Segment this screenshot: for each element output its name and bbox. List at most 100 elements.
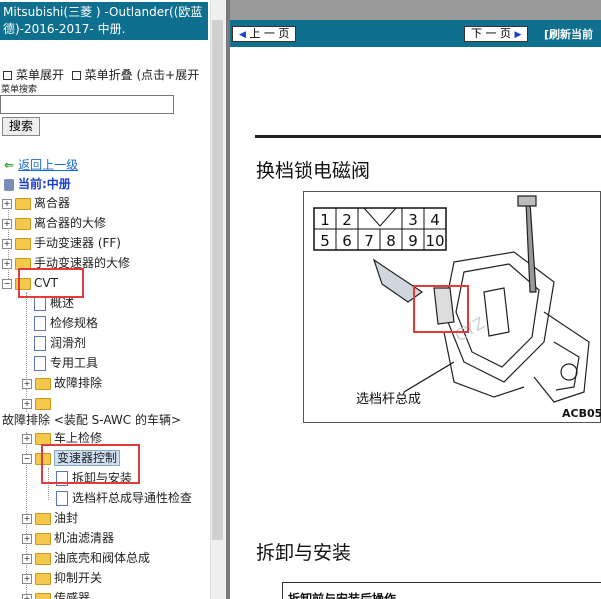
expand-toggle-icon[interactable]: + xyxy=(22,593,32,599)
folder-icon xyxy=(15,237,31,250)
document-icon xyxy=(34,356,46,371)
tree-item-label: 检修规格 xyxy=(50,316,99,330)
connector-pin-label: 8 xyxy=(386,232,396,250)
section-rule xyxy=(255,135,601,138)
tree-item-label: 概述 xyxy=(50,296,75,310)
tree-item-label: 手动变速器 (FF) xyxy=(34,236,121,250)
document-icon xyxy=(56,491,68,506)
tree-item[interactable]: + 故障排除 xyxy=(22,374,102,392)
tree-item-label: 润滑剂 xyxy=(50,336,87,350)
folder-icon xyxy=(35,512,51,525)
folder-icon xyxy=(35,572,51,585)
section-heading: 换档锁电磁阀 xyxy=(256,160,371,182)
tree-item[interactable]: + 油底壳和阀体总成 xyxy=(22,549,150,567)
connector-pin-label: 9 xyxy=(408,232,418,250)
back-arrow-icon: ⇐ xyxy=(4,158,15,172)
procedure-title: 拆卸前与安装后操作 xyxy=(288,592,397,599)
tree-item[interactable]: 选档杆总成导通性检查 xyxy=(44,489,192,507)
tree-item[interactable]: + xyxy=(22,394,54,412)
connector-pin-label: 1 xyxy=(320,211,330,229)
folder-icon xyxy=(35,432,51,445)
content-pane: ◀ 上 一 页 下 一 页 ▶ [刷新当前 换档锁电磁阀 12 34 567891… xyxy=(230,20,601,599)
tree-section-label: 故障排除 <装配 S-AWC 的车辆> xyxy=(2,411,181,429)
expand-toggle-icon[interactable]: + xyxy=(22,513,32,524)
search-button[interactable]: 搜索 xyxy=(2,117,40,136)
expand-toggle-icon[interactable]: + xyxy=(22,433,32,444)
tree-item[interactable]: 润滑剂 xyxy=(22,334,86,352)
tree-item-label: 车上检修 xyxy=(54,431,103,445)
tree-item-label: 专用工具 xyxy=(50,356,99,370)
tree-item-label: 离合器的大修 xyxy=(34,216,107,230)
back-link[interactable]: ⇐ 返回上一级 xyxy=(4,156,78,173)
menu-toggle-row: 菜单展开 菜单折叠 (点击+展开 xyxy=(3,66,199,83)
connector-pin-label: 10 xyxy=(425,232,444,250)
tree-item-label: 故障排除 xyxy=(54,376,103,390)
page-nav-bar: ◀ 上 一 页 下 一 页 ▶ [刷新当前 xyxy=(230,20,601,47)
expand-toggle-icon[interactable]: + xyxy=(22,553,32,564)
folder-icon xyxy=(15,197,31,210)
tree-item[interactable]: + 抑制开关 xyxy=(22,569,102,587)
tree-item-label: 离合器 xyxy=(34,196,71,210)
book-icon xyxy=(4,178,14,191)
folder-icon xyxy=(35,552,51,565)
expand-toggle-icon[interactable]: + xyxy=(22,378,32,389)
connector-pin-label: 2 xyxy=(342,211,352,229)
refresh-link[interactable]: [刷新当前 xyxy=(544,26,593,42)
document-icon xyxy=(34,296,46,311)
sidebar-scroll-thumb[interactable] xyxy=(212,20,223,540)
folder-icon xyxy=(15,217,31,230)
expand-toggle-icon[interactable]: + xyxy=(2,258,12,269)
current-label: 当前:中册 xyxy=(18,177,71,191)
tree-item-label: 机油滤清器 xyxy=(54,531,115,545)
tree-item[interactable]: + 离合器的大修 xyxy=(2,214,106,232)
expand-toggle-icon[interactable]: + xyxy=(2,198,12,209)
expand-toggle-icon[interactable]: + xyxy=(2,218,12,229)
expand-toggle-icon[interactable]: + xyxy=(22,533,32,544)
section-heading-2: 拆卸与安装 xyxy=(256,542,352,564)
search-input[interactable] xyxy=(0,95,174,114)
highlight-box-transmission-control xyxy=(41,444,140,484)
menu-expand-link[interactable]: 菜单展开 xyxy=(16,68,64,82)
collapse-toggle-icon[interactable]: − xyxy=(2,278,12,289)
folder-icon xyxy=(35,532,51,545)
connector-pin-label: 3 xyxy=(408,211,418,229)
connector-pin-label: 5 xyxy=(320,232,330,250)
collapse-icon[interactable] xyxy=(71,71,81,80)
back-link-label: 返回上一级 xyxy=(18,158,79,172)
next-page-label: 下 一 页 xyxy=(471,27,511,40)
expand-toggle-icon[interactable]: + xyxy=(22,398,32,409)
document-icon xyxy=(34,316,46,331)
expand-icon[interactable] xyxy=(3,71,12,80)
connector-pin-label: 4 xyxy=(430,211,440,229)
prev-page-button[interactable]: ◀ 上 一 页 xyxy=(232,26,297,42)
tree-item[interactable]: + 手动变速器 (FF) xyxy=(2,234,121,252)
tree-item[interactable]: + 离合器 xyxy=(2,194,70,212)
folder-icon xyxy=(35,397,51,410)
tree-item[interactable]: + 油封 xyxy=(22,509,78,527)
tree-item[interactable]: + 传感器 xyxy=(22,589,90,599)
figure-code: ACB05 xyxy=(562,407,601,420)
tree-item-label: 传感器 xyxy=(54,591,91,599)
collapse-toggle-icon[interactable]: − xyxy=(22,453,32,464)
current-location: 当前:中册 xyxy=(4,175,71,192)
manual-title: Mitsubishi(三菱 ) -Outlander((欧蓝德)-2016-20… xyxy=(0,2,208,40)
tree-item-label: 抑制开关 xyxy=(54,571,103,585)
folder-icon xyxy=(35,592,51,599)
connector-pin-label: 6 xyxy=(342,232,352,250)
search-label: 菜单搜索 xyxy=(1,85,38,95)
expand-toggle-icon[interactable]: + xyxy=(22,573,32,584)
next-page-button[interactable]: 下 一 页 ▶ xyxy=(464,26,529,42)
right-triangle-icon: ▶ xyxy=(514,30,522,40)
diagram-caption: 选档杆总成 xyxy=(356,392,422,407)
left-triangle-icon: ◀ xyxy=(239,30,246,40)
expand-toggle-icon[interactable]: + xyxy=(2,238,12,249)
folder-icon xyxy=(35,377,51,390)
tree-item[interactable]: + 机油滤清器 xyxy=(22,529,114,547)
highlight-box-cvt xyxy=(18,268,84,298)
menu-collapse-link[interactable]: 菜单折叠 (点击+展开 xyxy=(85,68,200,82)
tree-item[interactable]: 专用工具 xyxy=(22,354,98,372)
connector-pin-label: 7 xyxy=(364,232,374,250)
tree-item-label: 选档杆总成导通性检查 xyxy=(72,491,193,505)
sidebar: Mitsubishi(三菱 ) -Outlander((欧蓝德)-2016-20… xyxy=(0,0,226,599)
tree-item[interactable]: 检修规格 xyxy=(22,314,98,332)
